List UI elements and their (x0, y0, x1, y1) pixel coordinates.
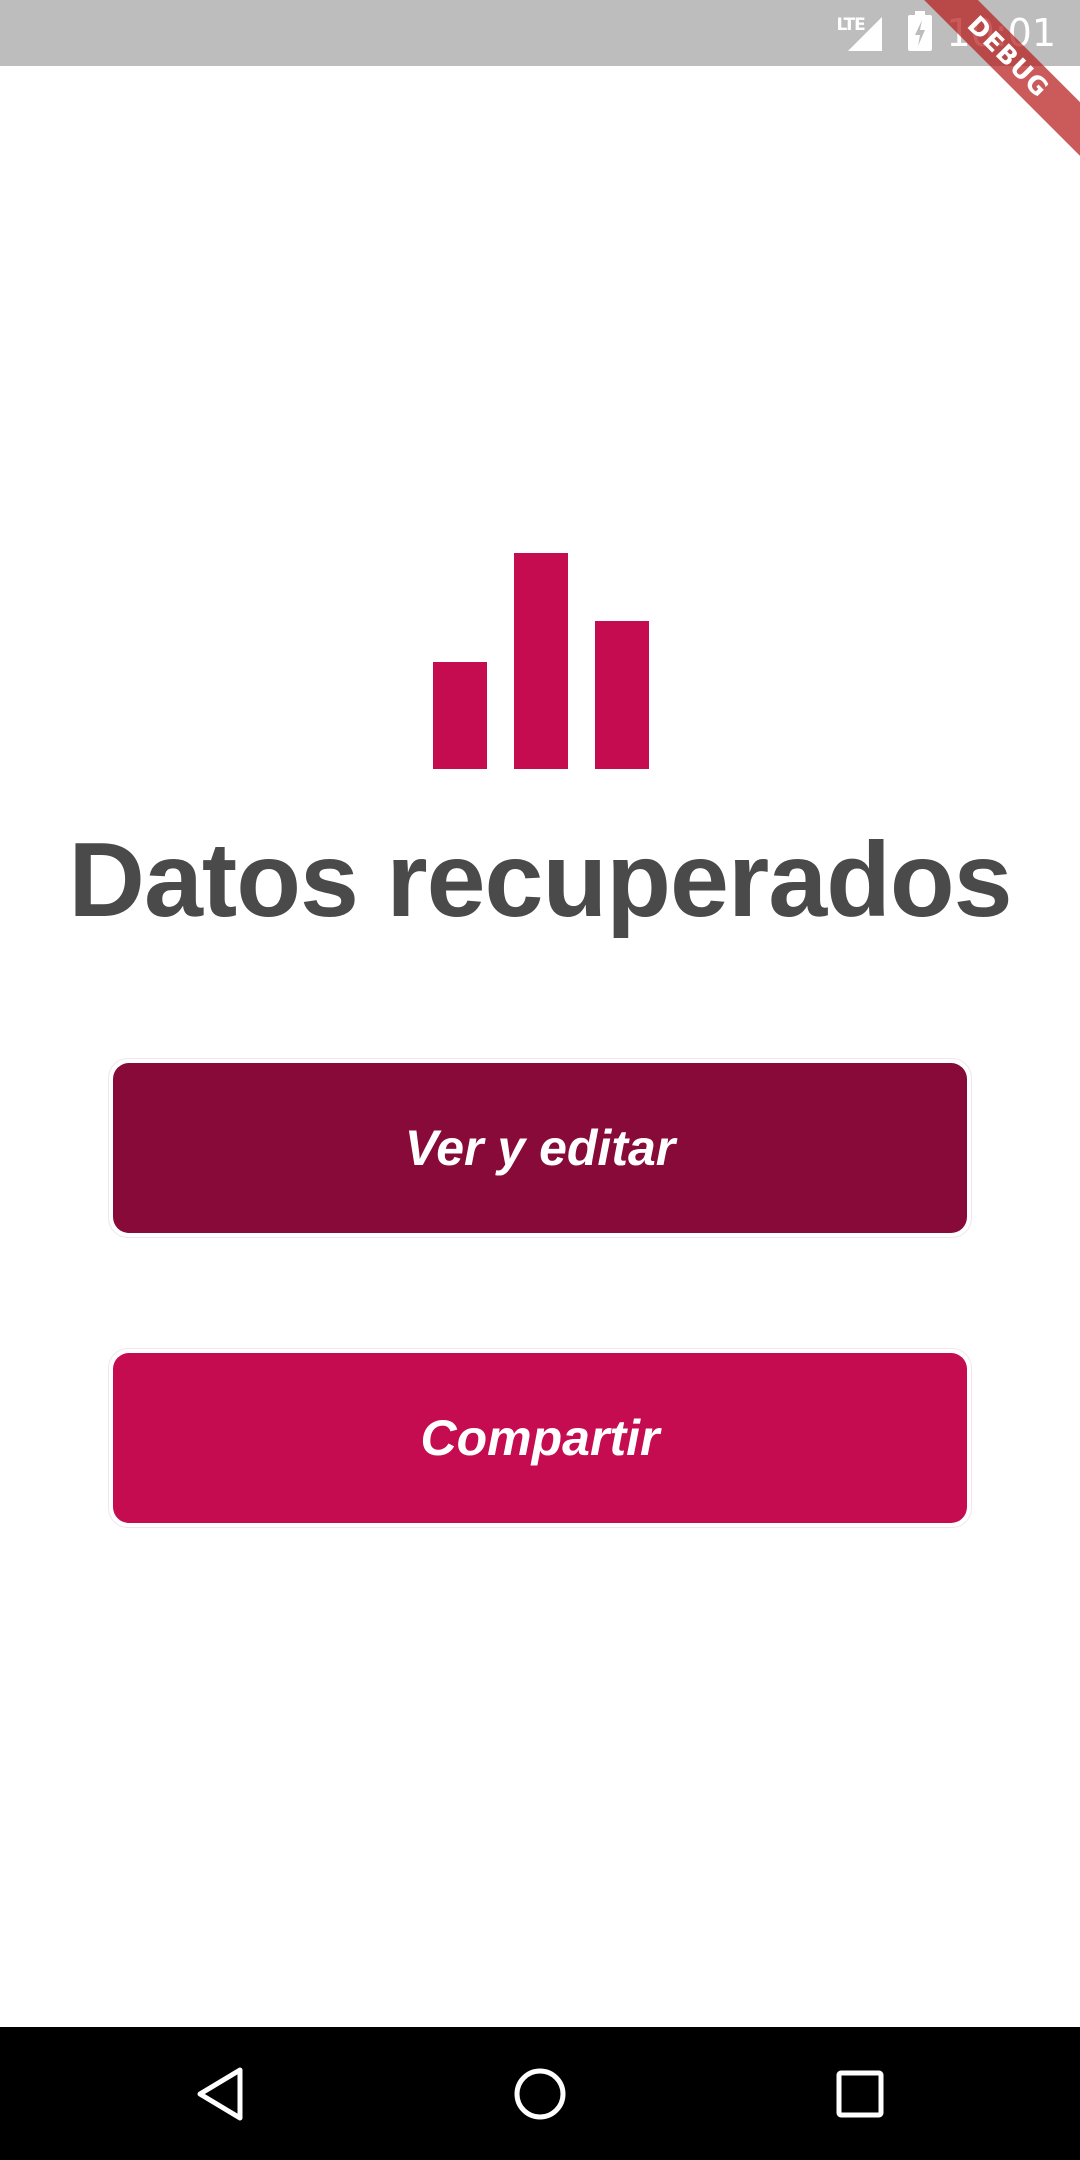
navigation-bar (0, 2027, 1080, 2160)
view-edit-button[interactable]: Ver y editar (113, 1063, 967, 1233)
clock: 10:01 (946, 11, 1056, 55)
page-title: Datos recuperados (68, 821, 1012, 939)
logo-bar-left (433, 662, 487, 769)
battery-charging-icon (908, 10, 933, 56)
recents-icon[interactable] (760, 2027, 960, 2160)
status-bar: LTE 10:01 (0, 0, 1080, 66)
logo-bar-right (595, 621, 649, 769)
signal-icon: LTE (836, 11, 886, 55)
status-icons: LTE 10:01 (836, 0, 1056, 66)
screen: LTE 10:01 DEBUG Datos recuperados Ver y … (0, 0, 1080, 2160)
home-icon[interactable] (440, 2027, 640, 2160)
logo-bar-middle (514, 553, 568, 769)
view-edit-button-container: Ver y editar (108, 1058, 972, 1238)
share-button[interactable]: Compartir (113, 1353, 967, 1523)
share-button-container: Compartir (108, 1348, 972, 1528)
back-icon[interactable] (120, 2027, 320, 2160)
